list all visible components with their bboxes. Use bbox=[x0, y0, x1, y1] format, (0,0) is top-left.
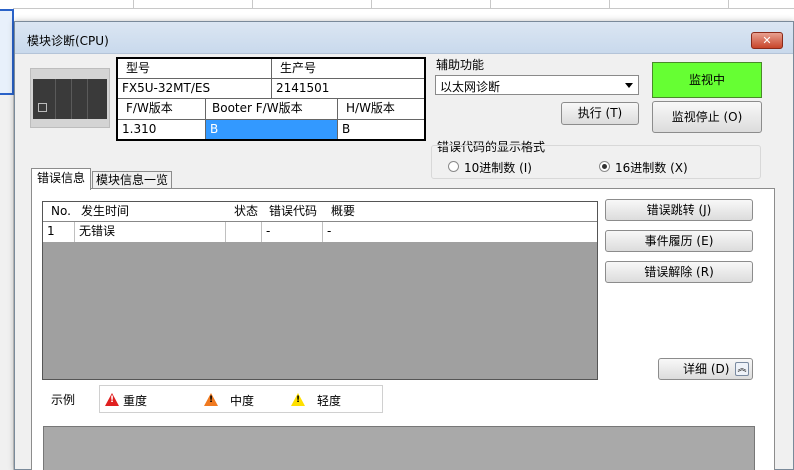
decimal-radio[interactable] bbox=[448, 161, 459, 172]
grid-line bbox=[133, 0, 134, 9]
column-time[interactable]: 发生时间 bbox=[75, 202, 230, 222]
dialog-title: 模块诊断(CPU) bbox=[27, 34, 109, 48]
close-button[interactable]: ✕ bbox=[751, 32, 783, 49]
module-diagnosis-dialog: 模块诊断(CPU) ✕ 型号 生产号 FX5U-32MT/ES 2141501 … bbox=[14, 21, 794, 470]
aux-function-select[interactable]: 以太网诊断 bbox=[435, 75, 639, 95]
chevron-down-icon bbox=[625, 83, 633, 88]
error-jump-button[interactable]: 错误跳转 (J) bbox=[605, 199, 753, 221]
hw-version-value: B bbox=[342, 122, 351, 136]
monitoring-status: 监视中 bbox=[652, 62, 762, 98]
fw-version-label: F/W版本 bbox=[118, 99, 206, 120]
row-status bbox=[226, 222, 262, 242]
grid-line bbox=[371, 0, 372, 9]
column-status[interactable]: 状态 bbox=[230, 202, 265, 222]
serial-label: 生产号 bbox=[272, 59, 424, 79]
moderate-warning-mark: ! bbox=[208, 395, 214, 405]
module-seam bbox=[71, 79, 72, 119]
spreadsheet-row bbox=[13, 0, 794, 9]
major-warning-mark: ! bbox=[109, 395, 115, 405]
expand-up-icon: ︽ bbox=[735, 362, 749, 376]
severity-legend: ! 重度 ! 中度 ! 轻度 bbox=[99, 385, 383, 413]
legend-major: 重度 bbox=[123, 394, 148, 408]
fw-version-value: 1.310 bbox=[118, 120, 206, 139]
detail-area bbox=[43, 426, 755, 470]
grid-line bbox=[609, 0, 610, 9]
stop-monitoring-button[interactable]: 监视停止 (O) bbox=[652, 101, 762, 133]
module-port bbox=[38, 103, 47, 112]
title-bar: 模块诊断(CPU) ✕ bbox=[15, 22, 793, 54]
column-summary[interactable]: 概要 bbox=[325, 202, 597, 222]
decimal-option-label[interactable]: 10进制数 (I) bbox=[464, 159, 532, 176]
row-no: 1 bbox=[43, 222, 75, 242]
serial-value: 2141501 bbox=[272, 79, 424, 99]
error-clear-button[interactable]: 错误解除 (R) bbox=[605, 261, 753, 283]
error-list[interactable]: No. 发生时间 状态 错误代码 概要 1 无错误 - - bbox=[42, 201, 598, 380]
module-seam bbox=[55, 79, 56, 119]
legend-moderate: 中度 bbox=[230, 394, 255, 408]
aux-function-label: 辅助功能 bbox=[436, 58, 485, 72]
hex-option-label[interactable]: 16进制数 (X) bbox=[615, 159, 688, 176]
spreadsheet-selection bbox=[0, 9, 14, 95]
hw-version-label: H/W版本 bbox=[338, 99, 424, 120]
event-history-button[interactable]: 事件履历 (E) bbox=[605, 230, 753, 252]
table-row[interactable]: 1 无错误 - - bbox=[43, 222, 597, 242]
hex-radio[interactable] bbox=[599, 161, 610, 172]
grid-line bbox=[252, 0, 253, 9]
spreadsheet-column bbox=[0, 95, 14, 470]
execute-button[interactable]: 执行 (T) bbox=[561, 102, 639, 125]
column-code[interactable]: 错误代码 bbox=[265, 202, 325, 222]
booter-version-label: Booter F/W版本 bbox=[206, 99, 338, 120]
detail-label: 详细 (D) bbox=[683, 362, 730, 376]
grid-line bbox=[490, 0, 491, 9]
module-info-table: 型号 生产号 FX5U-32MT/ES 2141501 F/W版本 Booter… bbox=[116, 57, 426, 141]
legend-minor: 轻度 bbox=[317, 394, 342, 408]
cpu-module-body bbox=[33, 79, 107, 119]
grid-line bbox=[728, 0, 729, 9]
model-value: FX5U-32MT/ES bbox=[118, 79, 272, 99]
tab-error-info[interactable]: 错误信息 bbox=[31, 168, 91, 190]
column-no[interactable]: No. bbox=[43, 202, 75, 222]
legend-label: 示例 bbox=[51, 393, 76, 407]
minor-warning-mark: ! bbox=[295, 395, 301, 405]
tab-module-list[interactable]: 模块信息一览 bbox=[92, 171, 172, 189]
booter-version-value: B bbox=[206, 120, 338, 139]
row-code: - bbox=[262, 222, 323, 242]
error-list-header: No. 发生时间 状态 错误代码 概要 bbox=[43, 202, 597, 222]
row-summary: - bbox=[327, 224, 332, 238]
row-time: 无错误 bbox=[75, 222, 226, 242]
module-seam bbox=[87, 79, 88, 119]
detail-button[interactable]: 详细 (D) ︽ bbox=[658, 358, 753, 380]
aux-function-selected: 以太网诊断 bbox=[440, 80, 501, 94]
cpu-module-image bbox=[30, 68, 110, 128]
model-label: 型号 bbox=[118, 59, 272, 79]
